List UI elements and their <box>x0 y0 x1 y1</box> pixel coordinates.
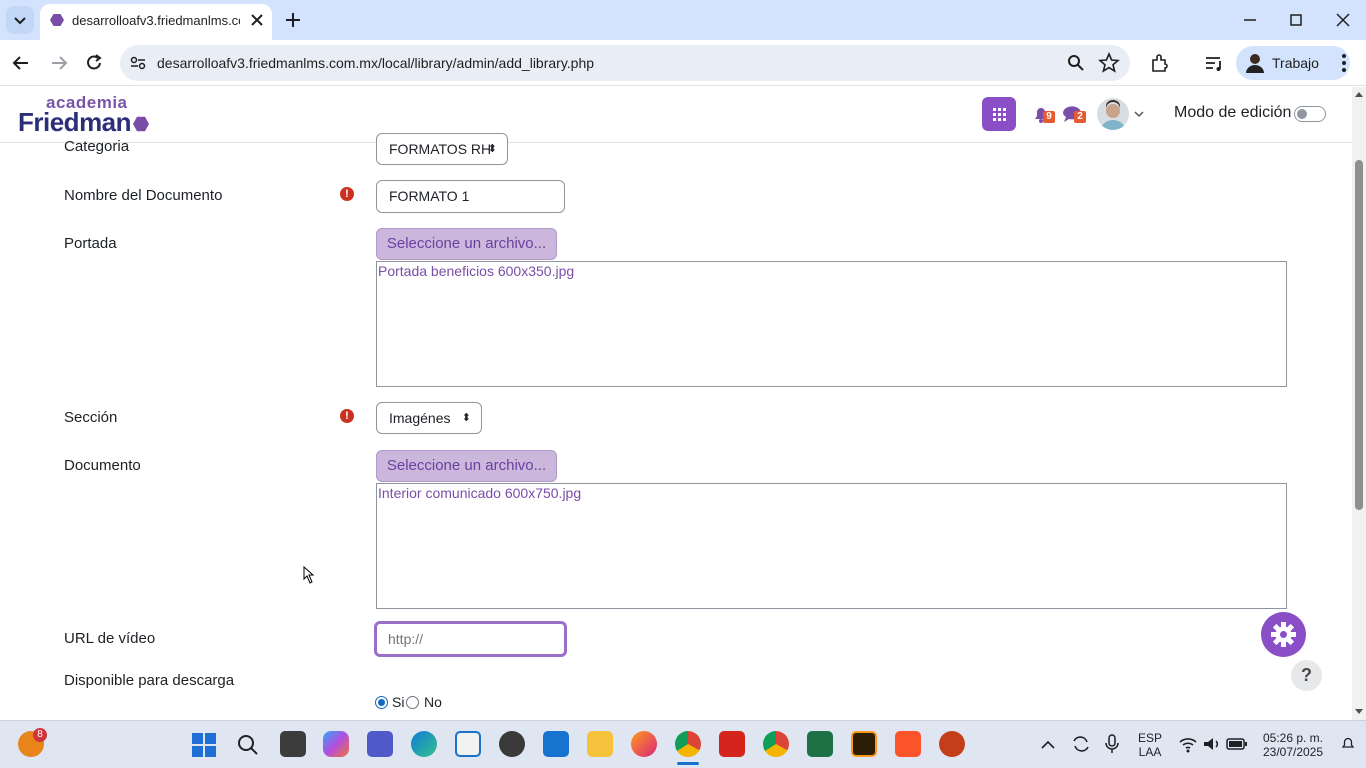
favicon-icon <box>50 13 64 27</box>
back-icon[interactable] <box>10 52 32 74</box>
nombre-documento-input[interactable]: FORMATO 1 <box>376 180 565 213</box>
user-avatar[interactable] <box>1097 98 1129 130</box>
seccion-select-value: Imagénes <box>389 410 451 426</box>
tab-search-button[interactable] <box>6 6 34 34</box>
maximize-icon[interactable] <box>1286 10 1306 30</box>
active-app-indicator <box>677 762 699 765</box>
portada-file-name[interactable]: Portada beneficios 600x350.jpg <box>377 262 1286 280</box>
store-icon[interactable] <box>455 731 481 757</box>
help-button[interactable]: ? <box>1291 660 1322 691</box>
documento-choose-file-button[interactable]: Seleccione un archivo... <box>376 450 557 482</box>
select-arrows-icon: ⬍ <box>461 412 471 424</box>
dell-icon[interactable] <box>499 731 525 757</box>
file-explorer-icon[interactable] <box>587 731 613 757</box>
portada-label: Portada <box>64 235 117 252</box>
nombre-documento-label: Nombre del Documento <box>64 187 223 204</box>
bookmark-star-icon[interactable] <box>1098 52 1120 74</box>
extensions-icon[interactable] <box>1149 52 1171 74</box>
radio-no-label[interactable]: No <box>424 694 442 710</box>
radio-no[interactable] <box>406 696 419 709</box>
teams-icon[interactable] <box>367 731 393 757</box>
powerpoint-icon[interactable] <box>939 731 965 757</box>
chrome-profile-icon[interactable] <box>763 731 789 757</box>
wifi-icon[interactable] <box>1178 735 1198 753</box>
battery-icon[interactable] <box>1226 736 1248 752</box>
close-window-icon[interactable] <box>1333 10 1353 30</box>
categoria-label: Categoria <box>64 138 130 155</box>
acrobat-icon[interactable] <box>719 731 745 757</box>
search-icon[interactable] <box>1066 53 1086 73</box>
tab-title: desarrolloafv3.friedmanlms.com <box>72 13 240 28</box>
seccion-label: Sección <box>64 409 118 426</box>
mouse-cursor-icon <box>300 565 316 587</box>
illustrator-icon[interactable] <box>851 731 877 757</box>
minimize-icon[interactable] <box>1240 10 1260 30</box>
app-badge: 8 <box>33 728 47 742</box>
url-video-label: URL de vídeo <box>64 630 156 647</box>
portada-choose-file-button[interactable]: Seleccione un archivo... <box>376 228 557 260</box>
logo-friedman-text[interactable]: Friedman <box>18 107 132 138</box>
task-view-icon[interactable] <box>280 731 306 757</box>
notifications-badge: 9 <box>1043 111 1055 123</box>
site-header <box>0 87 1366 143</box>
user-menu-chevron-icon[interactable] <box>1133 108 1145 120</box>
scroll-down-icon[interactable] <box>1353 707 1365 717</box>
scrollbar-thumb[interactable] <box>1355 160 1363 510</box>
edge-icon[interactable] <box>411 731 437 757</box>
mail-icon[interactable] <box>543 731 569 757</box>
chrome-icon[interactable] <box>675 731 701 757</box>
documento-file-dropzone[interactable]: Interior comunicado 600x750.jpg <box>376 483 1287 609</box>
firefox-icon[interactable] <box>631 731 657 757</box>
scroll-up-icon[interactable] <box>1353 89 1365 99</box>
notification-center-icon[interactable] <box>1340 736 1356 752</box>
settings-gear-button[interactable] <box>1261 612 1306 657</box>
volume-icon[interactable] <box>1202 735 1222 753</box>
select-arrows-icon: ⬍ <box>487 143 497 155</box>
categoria-select-value: FORMATOS RH <box>389 141 492 157</box>
url-video-input[interactable] <box>374 621 567 657</box>
radio-si[interactable] <box>375 696 388 709</box>
excel-icon[interactable] <box>807 731 833 757</box>
documento-label: Documento <box>64 457 141 474</box>
keyboard-layout: LAA <box>1138 745 1162 759</box>
required-icon: ! <box>340 187 354 201</box>
site-info-icon[interactable] <box>128 53 148 73</box>
clock-date: 23/07/2025 <box>1262 745 1324 759</box>
media-controls-icon[interactable] <box>1203 52 1225 74</box>
new-tab-icon[interactable] <box>283 10 303 30</box>
edit-mode-toggle[interactable] <box>1294 106 1326 122</box>
descarga-label: Disponible para descarga <box>64 672 235 689</box>
clock-time: 05:26 p. m. <box>1262 731 1324 745</box>
url-text: desarrolloafv3.friedmanlms.com.mx/local/… <box>157 55 595 71</box>
microphone-icon[interactable] <box>1104 733 1120 755</box>
portada-file-dropzone[interactable]: Portada beneficios 600x350.jpg <box>376 261 1287 387</box>
windows-start-icon[interactable] <box>192 733 216 757</box>
browser-menu-icon[interactable] <box>1334 52 1354 74</box>
sync-icon[interactable] <box>1070 733 1092 755</box>
copilot-icon[interactable] <box>323 731 349 757</box>
language-indicator[interactable]: ESP LAA <box>1136 731 1164 759</box>
messages-badge: 2 <box>1074 111 1086 123</box>
radio-si-label[interactable]: Si <box>392 694 404 710</box>
apps-grid-button[interactable] <box>982 97 1016 131</box>
categoria-select[interactable]: FORMATOS RH ⬍ <box>376 133 508 165</box>
close-tab-icon[interactable] <box>249 12 265 28</box>
profile-avatar-icon <box>1243 51 1267 75</box>
profile-label: Trabajo <box>1272 55 1319 71</box>
taskbar-search-icon[interactable] <box>236 733 260 757</box>
seccion-select[interactable]: Imagénes ⬍ <box>376 402 482 434</box>
show-hidden-icons[interactable] <box>1040 738 1056 750</box>
language-code: ESP <box>1137 731 1162 745</box>
documento-file-name[interactable]: Interior comunicado 600x750.jpg <box>377 484 1286 502</box>
brave-icon[interactable] <box>895 731 921 757</box>
reload-icon[interactable] <box>83 52 105 74</box>
forward-icon[interactable] <box>48 52 70 74</box>
clock[interactable]: 05:26 p. m. 23/07/2025 <box>1254 731 1332 759</box>
edit-mode-label: Modo de edición <box>1174 104 1292 121</box>
required-icon: ! <box>340 409 354 423</box>
